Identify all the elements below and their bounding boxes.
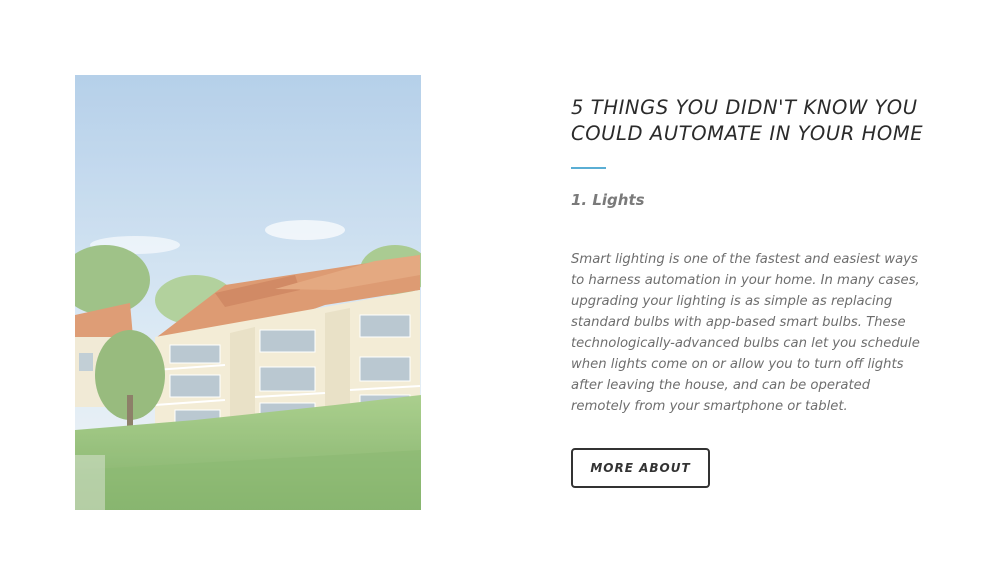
article-content: 5 THINGS YOU DIDN'T KNOW YOU COULD AUTOM… (571, 95, 931, 488)
article-title: 5 THINGS YOU DIDN'T KNOW YOU COULD AUTOM… (571, 96, 924, 145)
house-image (75, 75, 421, 510)
page: 5 THINGS YOU DIDN'T KNOW YOU COULD AUTOM… (0, 0, 992, 585)
article-body: Smart lighting is one of the fastest and… (571, 252, 920, 414)
section-heading: 1. Lights (571, 191, 645, 209)
more-about-button[interactable]: MORE ABOUT (571, 448, 710, 488)
title-divider (571, 167, 606, 169)
house-illustration (75, 75, 421, 510)
